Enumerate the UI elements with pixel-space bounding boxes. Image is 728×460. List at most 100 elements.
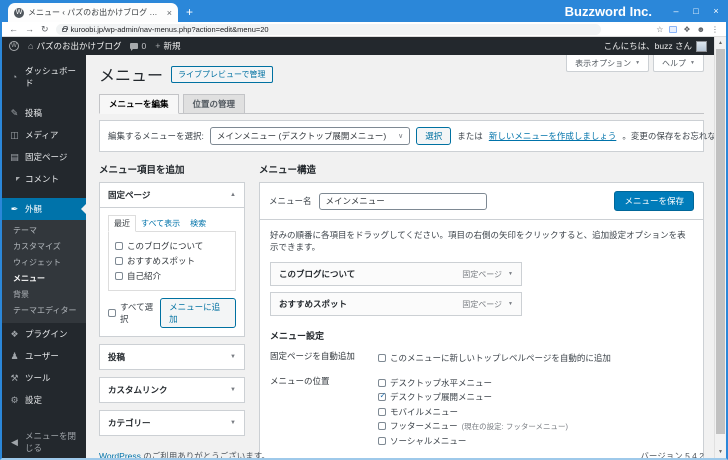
sidebar-item-settings[interactable]: ⚙ 設定: [2, 389, 86, 411]
menu-item-type: 固定ページ: [462, 299, 502, 310]
menu-structure-heading: メニュー構造: [259, 162, 704, 176]
custom-link-panel-header[interactable]: カスタムリンク ▼: [100, 378, 244, 402]
sidebar-label: プラグイン: [25, 328, 68, 340]
extensions-icon[interactable]: ❖: [683, 25, 690, 34]
greeting-text[interactable]: こんにちは、buzz さん: [604, 40, 692, 52]
scroll-down-icon[interactable]: ▼: [715, 449, 726, 455]
user-avatar[interactable]: [696, 41, 707, 52]
select-chevron-icon: ∨: [398, 132, 403, 140]
settings-gear-icon: ⚙: [9, 396, 20, 405]
add-to-menu-button[interactable]: メニューに追加: [160, 298, 236, 328]
browser-toolbar: ← → ↻ kuroobi.jp/wp-admin/nav-menus.php?…: [2, 22, 726, 37]
new-tab-button[interactable]: +: [186, 6, 193, 18]
menu-item-bar[interactable]: おすすめスポット 固定ページ ▼: [270, 292, 522, 316]
profile-icon[interactable]: ☻: [697, 25, 705, 34]
sidebar-item-media[interactable]: ◫ メディア: [2, 124, 86, 146]
nav-tabs: メニューを編集 位置の管理: [99, 94, 704, 114]
scrollbar-thumb[interactable]: [716, 49, 725, 434]
sidebar-item-comments[interactable]: コメント: [2, 168, 86, 190]
browser-scrollbar[interactable]: ▲ ▼: [714, 37, 726, 458]
tab-title: メニュー ‹ パズのお出かけブログ — W: [28, 7, 163, 18]
tab-view-all[interactable]: すべて表示: [136, 216, 185, 231]
submenu-item-widgets[interactable]: ウィジェット: [2, 254, 86, 270]
expand-arrow-icon[interactable]: ▼: [508, 301, 513, 307]
location-checkbox[interactable]: [378, 393, 386, 401]
tools-icon: ⚒: [9, 374, 20, 383]
maximize-button[interactable]: □: [686, 6, 706, 16]
home-icon: ⌂: [28, 42, 33, 51]
select-button[interactable]: 選択: [416, 127, 451, 145]
menu-select[interactable]: メインメニュー (デスクトップ展開メニュー) ∨: [210, 127, 410, 145]
screen-options-button[interactable]: 表示オプション ▼: [566, 55, 649, 72]
plugins-icon: ❖: [9, 330, 20, 339]
reload-icon[interactable]: ↻: [41, 25, 49, 34]
submenu-item-theme-editor[interactable]: テーマエディター: [2, 302, 86, 318]
sidebar-item-plugins[interactable]: ❖ プラグイン: [2, 323, 86, 345]
dashboard-icon: ◔: [9, 73, 20, 82]
location-option: フッターメニュー (現在の設定: フッターメニュー): [378, 420, 568, 432]
submenu-item-customize[interactable]: カスタマイズ: [2, 238, 86, 254]
site-link[interactable]: ⌂ パズのお出かけブログ: [28, 40, 121, 52]
auto-add-checkbox[interactable]: [378, 354, 386, 362]
location-checkbox[interactable]: [378, 379, 386, 387]
sidebar-label: 設定: [25, 394, 42, 406]
submenu-item-themes[interactable]: テーマ: [2, 222, 86, 238]
menu-select-value: メインメニュー (デスクトップ展開メニュー): [217, 130, 386, 142]
live-preview-button[interactable]: ライブプレビューで管理: [171, 66, 273, 83]
sidebar-item-posts[interactable]: ✎ 投稿: [2, 102, 86, 124]
sidebar-item-appearance[interactable]: ✒ 外観: [2, 198, 86, 220]
sidebar-label: 固定ページ: [25, 151, 67, 163]
sidebar-item-users[interactable]: ♟ ユーザー: [2, 345, 86, 367]
sidebar-item-pages[interactable]: ▤ 固定ページ: [2, 146, 86, 168]
forward-icon[interactable]: →: [25, 25, 34, 34]
browser-menu-icon[interactable]: ⋮: [711, 25, 719, 34]
site-name: パズのお出かけブログ: [36, 40, 121, 52]
tab-manage-locations[interactable]: 位置の管理: [183, 94, 246, 114]
expand-arrow-icon[interactable]: ▼: [508, 271, 513, 277]
posts-accordion-panel: 投稿 ▼: [99, 344, 245, 370]
menu-item-label: このブログについて: [279, 268, 355, 280]
browser-tab[interactable]: W メニュー ‹ パズのお出かけブログ — W ×: [8, 3, 178, 22]
location-checkbox[interactable]: [378, 422, 386, 430]
new-content-link[interactable]: + 新規: [155, 40, 180, 52]
checkbox[interactable]: [115, 272, 123, 280]
share-icon[interactable]: [669, 26, 677, 33]
checkbox[interactable]: [115, 242, 123, 250]
wordpress-logo-icon[interactable]: W: [9, 41, 19, 51]
location-checkbox[interactable]: [378, 437, 386, 445]
menu-item-bar[interactable]: このブログについて 固定ページ ▼: [270, 262, 522, 286]
tab-edit-menus[interactable]: メニューを編集: [99, 94, 179, 114]
location-option: モバイルメニュー: [378, 406, 568, 418]
bookmark-star-icon[interactable]: ☆: [656, 25, 663, 34]
close-button[interactable]: ×: [706, 6, 726, 16]
back-icon[interactable]: ←: [9, 25, 18, 34]
submenu-item-menus[interactable]: メニュー: [2, 270, 86, 286]
location-checkbox[interactable]: [378, 408, 386, 416]
select-all-checkbox[interactable]: [108, 309, 116, 317]
create-menu-link[interactable]: 新しいメニューを作成しましょう: [489, 130, 617, 142]
tab-close-icon[interactable]: ×: [167, 8, 172, 18]
auto-add-option: このメニューに新しいトップレベルページを自動的に追加: [378, 352, 611, 364]
sidebar-item-dashboard[interactable]: ◔ ダッシュボード: [2, 60, 86, 94]
help-button[interactable]: ヘルプ ▼: [653, 55, 704, 72]
tab-most-recent[interactable]: 最近: [108, 215, 136, 232]
comments-link[interactable]: 0: [130, 41, 146, 51]
address-bar[interactable]: kuroobi.jp/wp-admin/nav-menus.php?action…: [56, 24, 601, 35]
sidebar-item-tools[interactable]: ⚒ ツール: [2, 367, 86, 389]
submenu-item-background[interactable]: 背景: [2, 286, 86, 302]
posts-panel-header[interactable]: 投稿 ▼: [100, 345, 244, 369]
scroll-up-icon[interactable]: ▲: [715, 40, 726, 46]
menu-name-input[interactable]: [319, 193, 487, 210]
sidebar-collapse-menu[interactable]: ◀ メニューを閉じる: [2, 425, 86, 459]
posts-panel-title: 投稿: [108, 351, 125, 363]
collapse-down-icon: ▼: [230, 387, 236, 393]
pages-panel-header[interactable]: 固定ページ ▲: [100, 183, 244, 208]
tab-search[interactable]: 検索: [185, 216, 211, 231]
minimize-button[interactable]: –: [666, 6, 686, 16]
category-panel-header[interactable]: カテゴリー ▼: [100, 411, 244, 435]
checkbox[interactable]: [115, 257, 123, 265]
browser-titlebar: W メニュー ‹ パズのお出かけブログ — W × + Buzzword Inc…: [2, 0, 726, 22]
save-menu-button-top[interactable]: メニューを保存: [614, 191, 694, 211]
wordpress-link[interactable]: WordPress: [99, 451, 141, 458]
location-label: モバイルメニュー: [390, 406, 458, 418]
